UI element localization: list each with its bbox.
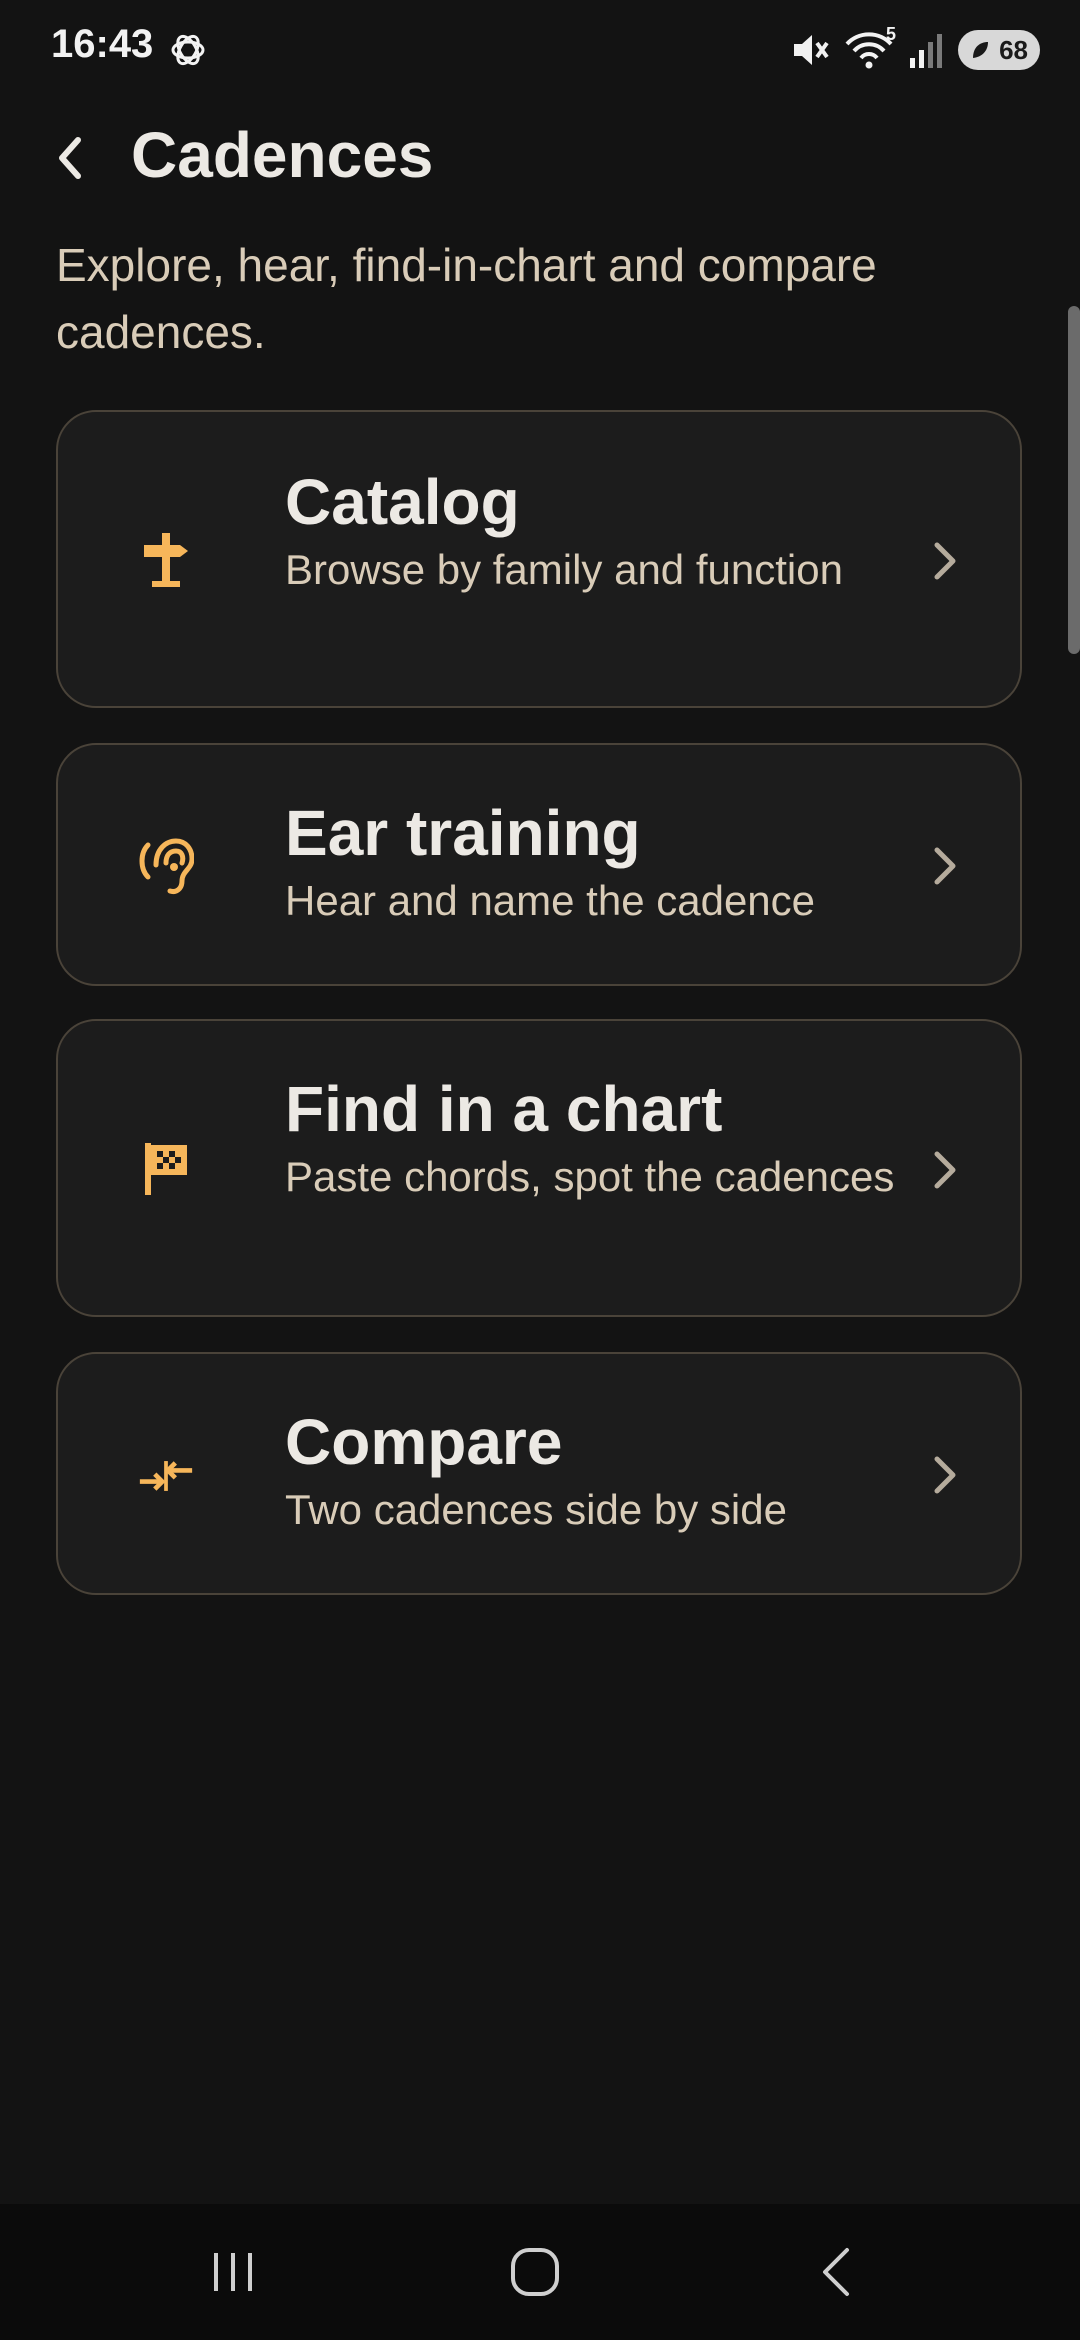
catalog-card[interactable]: Catalog Browse by family and function (56, 410, 1022, 708)
network-superscript: 5 (885, 24, 896, 44)
card-description: Two cadences side by side (285, 1486, 787, 1533)
mute-icon (790, 30, 830, 70)
battery-level: 68 (999, 34, 1028, 65)
card-title: Ear training (285, 797, 641, 869)
find-in-chart-card[interactable]: Find in a chart Paste chords, spot the c… (56, 1019, 1022, 1317)
chevron-right-icon (930, 841, 960, 891)
recent-apps-button[interactable] (173, 2204, 293, 2340)
chevron-right-icon (930, 1450, 960, 1500)
chevron-right-icon (930, 1145, 960, 1195)
page-subtitle: Explore, hear, find-in-chart and compare… (56, 239, 877, 358)
chatgpt-icon (168, 30, 208, 70)
checkered-flag-icon (138, 1141, 194, 1197)
signal-icon (908, 30, 944, 70)
card-title: Catalog (285, 466, 520, 538)
scrollbar[interactable] (1068, 306, 1080, 654)
status-bar: 16:43 5 68 (0, 0, 1080, 100)
ear-training-card[interactable]: Ear training Hear and name the cadence (56, 743, 1022, 986)
status-icons: 5 68 (790, 24, 1040, 72)
home-icon (511, 2248, 559, 2296)
system-back-button[interactable] (777, 2204, 897, 2340)
signpost-icon (138, 532, 194, 588)
wifi-icon: 5 (844, 24, 896, 70)
back-icon (823, 2248, 849, 2296)
ear-icon (138, 837, 194, 894)
compare-arrows-icon (138, 1448, 194, 1504)
recent-apps-icon (214, 2253, 252, 2291)
card-title: Compare (285, 1406, 563, 1478)
card-description: Paste chords, spot the cadences (285, 1153, 895, 1200)
card-description: Browse by family and function (285, 546, 843, 593)
card-title: Find in a chart (285, 1073, 723, 1145)
page-title: Cadences (131, 119, 434, 191)
system-nav-bar (0, 2204, 1080, 2340)
back-button[interactable] (46, 126, 94, 190)
compare-card[interactable]: Compare Two cadences side by side (56, 1352, 1022, 1595)
status-time: 16:43 (51, 22, 154, 66)
chevron-right-icon (930, 536, 960, 586)
chevron-left-icon (59, 137, 81, 179)
card-description: Hear and name the cadence (285, 877, 816, 924)
battery-icon: 68 (958, 30, 1040, 70)
home-button[interactable] (475, 2204, 595, 2340)
